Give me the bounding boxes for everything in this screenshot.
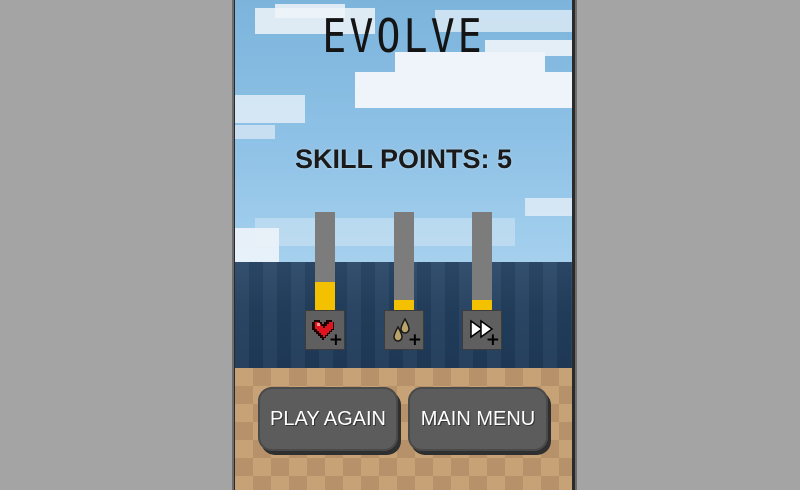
desktop-background: EVOLVE SKILL POINTS: 5 + + + PLAY AGAIN … [0, 0, 800, 490]
health-level-fill [315, 282, 335, 312]
resource-level-bar [394, 212, 414, 312]
cloud [235, 95, 305, 123]
cloud [235, 125, 275, 139]
cloud [355, 72, 572, 108]
plus-icon: + [328, 330, 343, 350]
upgrade-health-button[interactable]: + [305, 310, 345, 350]
game-screen: EVOLVE SKILL POINTS: 5 + + + PLAY AGAIN … [235, 0, 572, 490]
health-level-bar [315, 212, 335, 312]
upgrade-speed-button[interactable]: + [462, 310, 502, 350]
plus-icon: + [407, 330, 422, 350]
play-again-button[interactable]: PLAY AGAIN [258, 387, 398, 451]
game-title: EVOLVE [322, 10, 485, 64]
skill-points-label: SKILL POINTS: 5 [294, 144, 513, 174]
main-menu-button[interactable]: MAIN MENU [408, 387, 548, 451]
cloud [525, 198, 572, 216]
speed-level-bar [472, 212, 492, 312]
plus-icon: + [485, 330, 500, 350]
upgrade-resource-button[interactable]: + [384, 310, 424, 350]
